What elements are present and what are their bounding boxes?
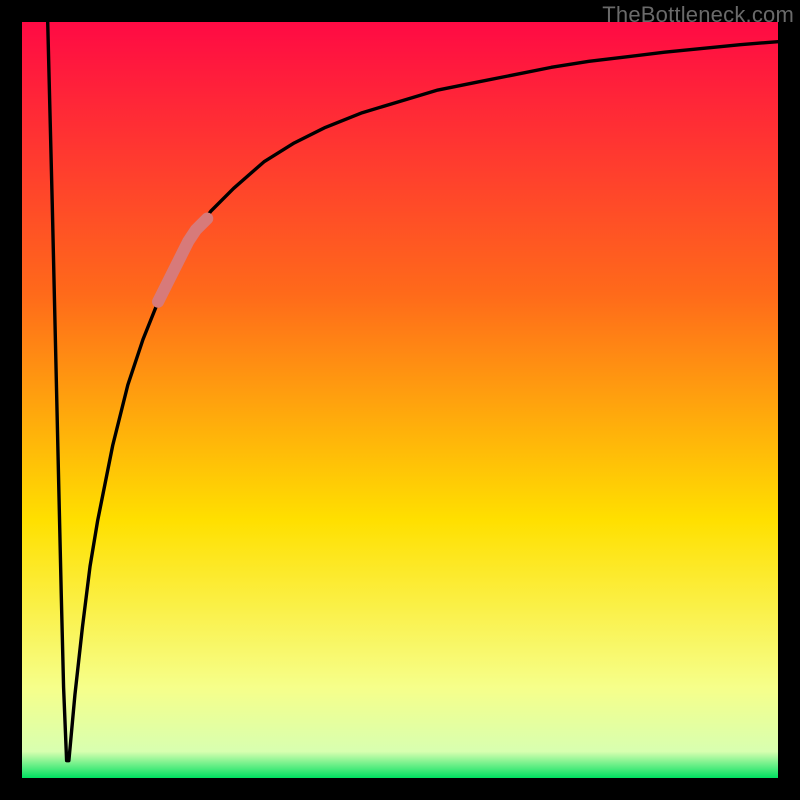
gradient-background [22,22,778,778]
chart-plot [22,22,778,778]
chart-frame: TheBottleneck.com [0,0,800,800]
